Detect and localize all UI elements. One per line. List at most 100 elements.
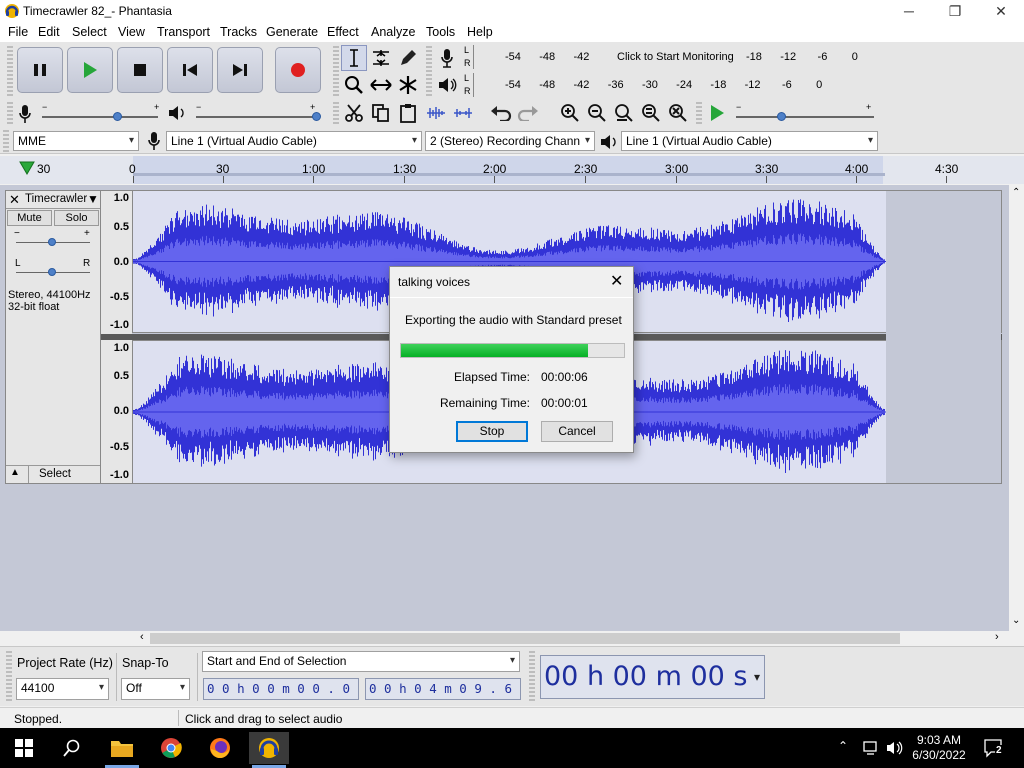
select-track-button[interactable]: Select [39,468,71,480]
pan-right-label: R [83,258,91,269]
file-explorer-button[interactable] [102,732,142,764]
search-button[interactable] [52,732,92,764]
start-button[interactable] [4,732,44,764]
snap-to-select[interactable]: Off ▾ [121,678,190,700]
draw-tool[interactable] [395,45,421,71]
menu-edit[interactable]: Edit [38,25,60,39]
chevron-down-icon[interactable]: ▾ [754,656,760,698]
menu-transport[interactable]: Transport [157,25,210,39]
menu-select[interactable]: Select [72,25,107,39]
fit-selection-button[interactable] [611,100,637,126]
multi-tool[interactable] [395,72,421,98]
scroll-right-icon[interactable]: › [995,631,999,643]
record-volume-slider[interactable] [113,112,122,121]
scroll-up-icon[interactable]: ⌃ [1012,187,1020,198]
paste-button[interactable] [395,100,421,126]
record-volume-slider-track[interactable] [42,116,158,118]
timeline-ruler[interactable]: 30 0 30 1:00 1:30 2:00 2:30 3:00 3:30 4:… [0,156,1024,184]
gain-slider[interactable] [48,238,56,246]
toolbar-grip[interactable] [7,46,13,98]
recording-device-select[interactable]: Line 1 (Virtual Audio Cable) ▾ [166,131,422,151]
zoom-out-button[interactable] [584,100,610,126]
clock[interactable]: 9:03 AM 6/30/2022 [905,733,973,763]
playback-volume-slider-track[interactable] [196,116,318,118]
audio-editor-taskbar-button[interactable] [249,732,289,764]
record-button[interactable] [275,47,321,93]
toolbar-grip[interactable] [6,651,12,703]
firefox-button[interactable] [200,732,240,764]
cut-button[interactable] [341,100,367,126]
project-rate-select[interactable]: 44100 ▾ [16,678,109,700]
silence-audio-button[interactable] [450,100,476,126]
skip-to-start-button[interactable] [167,47,213,93]
recording-channels-select[interactable]: 2 (Stereo) Recording Chann ▾ [425,131,595,151]
show-hidden-icons-icon[interactable]: ⌃ [838,739,848,753]
collapse-track-icon[interactable]: ▲ [10,467,20,478]
toolbar-grip[interactable] [3,130,9,152]
envelope-tool[interactable] [368,45,394,71]
play-speed-slider-track[interactable] [736,116,874,118]
time-shift-tool[interactable] [368,72,394,98]
redo-button[interactable] [515,100,541,126]
play-meter-button[interactable] [434,72,460,98]
stop-export-button[interactable]: Stop [456,421,528,442]
toolbar-grip[interactable] [333,102,339,126]
menu-generate[interactable]: Generate [266,25,318,39]
selection-mode-select[interactable]: Start and End of Selection ▾ [202,651,520,672]
chevron-down-icon[interactable]: ▼ [87,192,99,206]
trim-audio-button[interactable] [423,100,449,126]
playback-volume-slider[interactable] [312,112,321,121]
chrome-button[interactable] [151,732,191,764]
track-name-menu[interactable]: Timecrawler [25,193,87,205]
mute-button[interactable]: Mute [7,210,52,226]
menu-view[interactable]: View [118,25,145,39]
toolbar-grip[interactable] [333,46,339,98]
toolbar-grip[interactable] [7,102,13,126]
network-icon[interactable] [862,740,880,756]
menu-analyze[interactable]: Analyze [371,25,415,39]
toolbar-grip[interactable] [696,102,702,126]
menu-tools[interactable]: Tools [426,25,455,39]
zoom-toggle-button[interactable] [665,100,691,126]
solo-button[interactable]: Solo [54,210,99,226]
menu-file[interactable]: File [8,25,28,39]
record-meter-button[interactable] [434,45,460,71]
fit-project-button[interactable] [638,100,664,126]
start-monitoring-prompt[interactable]: Click to Start Monitoring [617,51,734,63]
pan-slider[interactable] [48,268,56,276]
skip-to-end-button[interactable] [217,47,263,93]
scroll-down-icon[interactable]: ⌄ [1012,615,1020,626]
play-at-speed-button[interactable] [704,100,730,126]
maximize-button[interactable]: ❐ [932,0,978,22]
zoom-in-button[interactable] [557,100,583,126]
playback-device-select[interactable]: Line 1 (Virtual Audio Cable) ▾ [621,131,878,151]
audio-host-select[interactable]: MME ▾ [13,131,139,151]
toolbar-grip[interactable] [426,46,432,98]
close-track-icon[interactable]: ✕ [9,192,20,208]
menu-effect[interactable]: Effect [327,25,359,39]
minimize-button[interactable]: ─ [886,0,932,22]
selection-end-time[interactable]: 0 0 h 0 4 m 0 9 . 6 4 0 s [365,678,521,700]
menu-tracks[interactable]: Tracks [220,25,257,39]
pause-button[interactable] [17,47,63,93]
pinned-play-head-icon[interactable] [19,161,35,175]
play-button[interactable] [67,47,113,93]
play-speed-slider[interactable] [777,112,786,121]
vertical-scrollbar[interactable]: ⌃ ⌄ [1009,185,1024,631]
audio-position-display[interactable]: 00 h 00 m 00 s ▾ [540,655,765,699]
stop-button[interactable] [117,47,163,93]
volume-icon[interactable] [886,740,904,756]
undo-button[interactable] [488,100,514,126]
track-control-panel[interactable]: ✕ Timecrawler ▼ Mute Solo − + L R Stereo… [5,190,101,484]
zoom-tool[interactable] [341,72,367,98]
toolbar-grip[interactable] [529,651,535,703]
selection-start-time[interactable]: 0 0 h 0 0 m 0 0 . 0 0 0 s [203,678,359,700]
cancel-export-button[interactable]: Cancel [541,421,613,442]
selection-tool[interactable] [341,45,367,71]
dialog-close-icon[interactable]: ✕ [610,271,623,291]
copy-button[interactable] [368,100,394,126]
menu-help[interactable]: Help [467,25,493,39]
close-window-button[interactable]: ✕ [978,0,1024,22]
scroll-left-icon[interactable]: ‹ [140,631,144,643]
horizontal-scrollbar-thumb[interactable] [150,633,900,644]
